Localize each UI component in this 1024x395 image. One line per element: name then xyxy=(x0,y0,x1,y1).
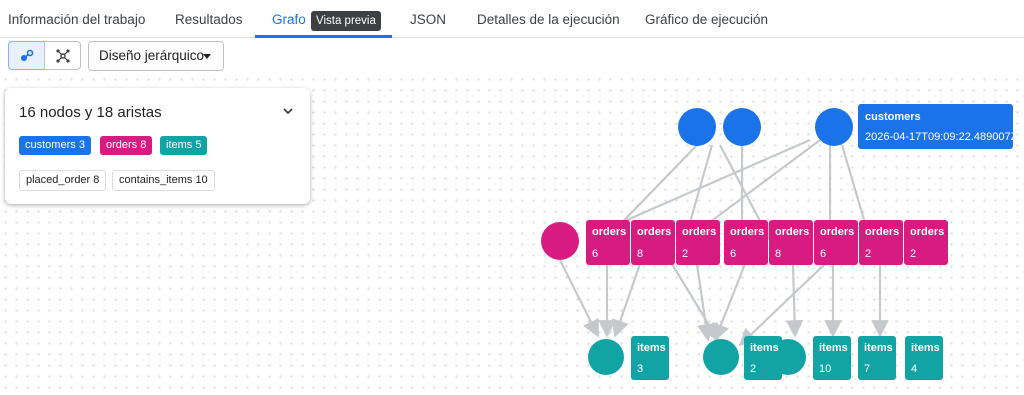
graph-edge xyxy=(671,263,719,342)
customer-node[interactable] xyxy=(723,108,761,146)
order-node-label: orders xyxy=(775,226,809,238)
item-node-label: items xyxy=(750,342,779,354)
order-node-label: orders xyxy=(682,226,716,238)
order-node-label: orders xyxy=(730,226,764,238)
item-node-value: 3 xyxy=(637,363,643,375)
item-node-label: items xyxy=(911,342,940,354)
order-node-label: orders xyxy=(865,226,899,238)
chip-name: contains_items xyxy=(119,174,193,186)
edge-type-chip-placed-order[interactable]: placed_order 8 xyxy=(19,170,107,191)
order-node-label: orders xyxy=(637,226,671,238)
order-node-label: orders xyxy=(910,226,944,238)
item-node-value: 7 xyxy=(864,363,870,375)
summary-title: 16 nodos y 18 aristas xyxy=(19,104,162,121)
item-node-label: items xyxy=(819,342,848,354)
node-type-chip-customers[interactable]: customers 3 xyxy=(19,136,91,155)
order-node-label: orders xyxy=(820,226,854,238)
chip-name: items xyxy=(166,139,193,151)
graph-edge xyxy=(559,259,599,338)
item-node-value: 4 xyxy=(911,363,917,375)
node-type-chip-orders[interactable]: orders 8 xyxy=(100,136,153,155)
item-node-label: items xyxy=(864,342,893,354)
graph-edge xyxy=(785,263,804,338)
edge-type-chip-contains-items[interactable]: contains_items 10 xyxy=(112,170,215,191)
graph-edge xyxy=(738,263,826,347)
graph-edge xyxy=(611,263,642,338)
item-node[interactable] xyxy=(588,339,624,375)
graph-edge xyxy=(712,263,747,342)
order-node-value: 6 xyxy=(730,248,736,260)
order-node-value: 2 xyxy=(682,248,688,260)
graph-edge xyxy=(695,263,715,342)
item-node-label: items xyxy=(637,342,666,354)
customer-node[interactable] xyxy=(815,108,853,146)
order-node-value: 8 xyxy=(775,248,781,260)
order-node[interactable] xyxy=(541,222,579,260)
order-node-value: 2 xyxy=(910,248,916,260)
node-type-chip-items[interactable]: items 5 xyxy=(160,136,208,155)
order-node-value: 6 xyxy=(820,248,826,260)
order-node-value: 8 xyxy=(637,248,643,260)
customer-node-value: 2026-04-17T09:09:22.489007Z xyxy=(865,131,1018,143)
chip-count: 8 xyxy=(140,139,147,151)
order-node-value: 6 xyxy=(592,248,598,260)
customer-node-label: customers xyxy=(865,111,921,123)
chip-count: 10 xyxy=(195,174,208,186)
order-node-value: 2 xyxy=(865,248,871,260)
order-node-label: orders xyxy=(592,226,626,238)
chip-name: orders xyxy=(106,139,138,151)
item-node-value: 2 xyxy=(750,363,756,375)
chip-count: 5 xyxy=(195,139,202,151)
chip-count: 8 xyxy=(93,174,100,186)
chip-name: customers xyxy=(25,139,76,151)
item-node[interactable] xyxy=(703,339,739,375)
item-node-value: 10 xyxy=(819,363,831,375)
chip-count: 3 xyxy=(78,139,85,151)
chevron-down-icon[interactable] xyxy=(281,104,295,118)
graph-summary-panel: 16 nodos y 18 aristas customers 3 orders… xyxy=(5,88,310,204)
chip-name: placed_order xyxy=(26,174,91,186)
customer-node[interactable] xyxy=(678,108,716,146)
